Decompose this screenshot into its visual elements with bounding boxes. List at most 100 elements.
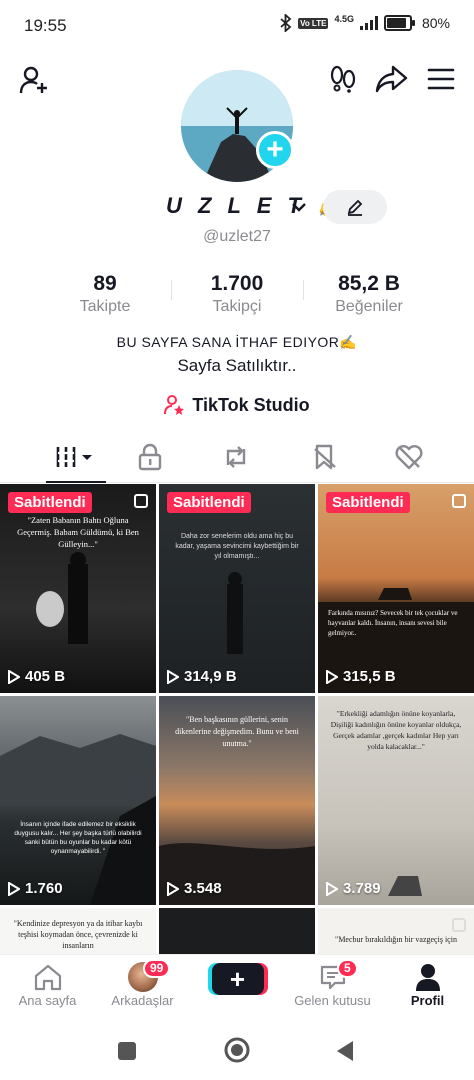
- repost-icon: [226, 446, 246, 468]
- tab-favorites[interactable]: [278, 432, 372, 482]
- tab-liked[interactable]: [362, 432, 456, 482]
- tab-private[interactable]: [103, 432, 197, 482]
- video-thumbnail[interactable]: Sabitlendi "Zaten Babanın Bahtı Oğluna G…: [0, 484, 156, 693]
- video-thumbnail[interactable]: İnsanın içinde ifade edilemez bir eksikl…: [0, 696, 156, 905]
- photo-mode-icon: [452, 918, 466, 932]
- inbox-badge: 5: [337, 959, 358, 978]
- followers-label: Takipçi: [212, 298, 262, 315]
- create-button[interactable]: +: [190, 963, 285, 995]
- account-switcher-button[interactable]: [290, 198, 308, 221]
- tiktok-studio-link[interactable]: TikTok Studio: [0, 394, 474, 416]
- back-triangle-icon: [337, 1041, 353, 1061]
- video-thumbnail[interactable]: "Mecbur bırakıldığın bir vazgeçiş için: [318, 908, 474, 954]
- video-caption: Farkında mısınız? Sevecek bir tek çocukl…: [328, 609, 458, 637]
- hamburger-menu-icon: [427, 68, 455, 90]
- creator-star-icon: [164, 395, 185, 415]
- video-caption: "Erkekliği adamlığın önüne koyanlarla, D…: [330, 709, 462, 751]
- edit-profile-button[interactable]: [323, 190, 387, 224]
- likes-label: Beğeniler: [335, 298, 403, 315]
- followers-stat[interactable]: 1.700 Takipçi: [172, 272, 302, 316]
- video-thumbnail[interactable]: "Kendinize depresyon ya da itibar kaybı …: [0, 908, 156, 954]
- play-icon: [326, 881, 338, 896]
- video-thumbnail[interactable]: "Erkekliği adamlığın önüne koyanlarla, D…: [318, 696, 474, 905]
- grid-icon: [56, 447, 92, 467]
- menu-button[interactable]: [424, 62, 458, 96]
- video-caption: Daha zor senelerim oldu ama hiç bu kadar…: [175, 533, 299, 560]
- home-icon: [34, 964, 61, 991]
- add-person-icon: [19, 66, 47, 94]
- home-system-button[interactable]: [221, 1034, 253, 1066]
- heart-slash-icon: [395, 445, 423, 470]
- profile-icon: [415, 964, 440, 991]
- play-icon: [167, 669, 179, 684]
- video-thumbnail[interactable]: [159, 908, 315, 954]
- video-thumbnail[interactable]: "Ben başkasının güllerini, senin dikenle…: [159, 696, 315, 905]
- nav-friends[interactable]: Arkadaşlar 99: [95, 959, 190, 1008]
- video-caption: "Zaten Babanın Bahtı Oğluna Geçermiş. Ba…: [17, 515, 139, 549]
- nav-home-label: Ana sayfa: [18, 993, 77, 1008]
- photo-mode-icon: [134, 494, 148, 508]
- share-icon: [375, 65, 408, 93]
- view-count-value: 315,5 B: [343, 668, 396, 685]
- pinned-badge: Sabitlendi: [167, 492, 251, 513]
- nav-profile[interactable]: Profil: [380, 961, 474, 1008]
- profile-views-button[interactable]: [326, 62, 360, 96]
- status-time: 19:55: [24, 16, 67, 35]
- play-icon: [8, 669, 20, 684]
- view-count-value: 3.548: [184, 880, 222, 897]
- back-button[interactable]: [330, 1036, 360, 1066]
- friends-badge: 99: [143, 959, 171, 978]
- video-scene: [227, 572, 243, 654]
- following-count: 89: [93, 272, 117, 295]
- view-count: 1.760: [8, 880, 63, 897]
- add-avatar-button[interactable]: +: [256, 131, 294, 169]
- view-count-value: 314,9 B: [184, 668, 237, 685]
- tab-indicator: [46, 481, 106, 483]
- lock-icon: [138, 443, 162, 471]
- video-caption: "Ben başkasının güllerini, senin dikenle…: [175, 715, 299, 748]
- nav-friends-label: Arkadaşlar: [111, 993, 174, 1008]
- signal-icon: [359, 16, 378, 30]
- display-name: U Z L E T ✍️: [166, 193, 350, 218]
- network-type: 4.5G: [334, 13, 354, 24]
- profile-tabs: [0, 432, 474, 483]
- plus-icon: +: [211, 963, 264, 995]
- tab-reposts[interactable]: [189, 432, 283, 482]
- add-friend-button[interactable]: [16, 62, 52, 98]
- view-count-value: 3.789: [343, 880, 381, 897]
- video-caption: "Mecbur bırakıldığın bir vazgeçiş için: [335, 935, 457, 944]
- pencil-icon: [347, 199, 363, 216]
- view-count: 3.789: [326, 880, 381, 897]
- nav-inbox[interactable]: Gelen kutusu 5: [285, 959, 380, 1008]
- video-caption: İnsanın içinde ifade edilemez bir eksikl…: [14, 821, 142, 855]
- video-thumbnail[interactable]: Sabitlendi Farkında mısınız? Sevecek bir…: [318, 484, 474, 693]
- view-count-value: 1.760: [25, 880, 63, 897]
- likes-stat[interactable]: 85,2 B Beğeniler: [304, 272, 434, 316]
- share-button[interactable]: [372, 62, 410, 96]
- square-icon: [118, 1042, 136, 1060]
- play-icon: [326, 669, 338, 684]
- plus-icon: +: [266, 133, 284, 166]
- likes-count: 85,2 B: [338, 272, 400, 295]
- circle-icon: [224, 1037, 250, 1063]
- video-scene: [318, 588, 474, 693]
- following-label: Takipte: [79, 298, 131, 315]
- status-icons: Vo LTE 4.5G 80%: [280, 14, 450, 32]
- profile-stats: 89 Takipte 1.700 Takipçi 85,2 B Beğenile…: [0, 272, 474, 320]
- bluetooth-icon: [280, 14, 292, 32]
- video-scene: [0, 734, 156, 905]
- video-grid: Sabitlendi "Zaten Babanın Bahtı Oğluna G…: [0, 484, 474, 954]
- video-thumbnail[interactable]: Sabitlendi Daha zor senelerim oldu ama h…: [159, 484, 315, 693]
- chevron-down-icon: [292, 203, 306, 212]
- recents-button[interactable]: [112, 1036, 142, 1066]
- nav-home[interactable]: Ana sayfa: [0, 961, 95, 1008]
- view-count-value: 405 B: [25, 668, 66, 685]
- pinned-badge: Sabitlendi: [326, 492, 410, 513]
- following-stat[interactable]: 89 Takipte: [40, 272, 170, 316]
- video-caption: "Kendinize depresyon ya da itibar kaybı …: [13, 919, 143, 950]
- battery-percent: 80%: [421, 15, 450, 31]
- play-icon: [8, 881, 20, 896]
- volte-icon: Vo LTE: [298, 17, 329, 29]
- view-count: 3.548: [167, 880, 222, 897]
- system-navigation-bar: [0, 1018, 474, 1080]
